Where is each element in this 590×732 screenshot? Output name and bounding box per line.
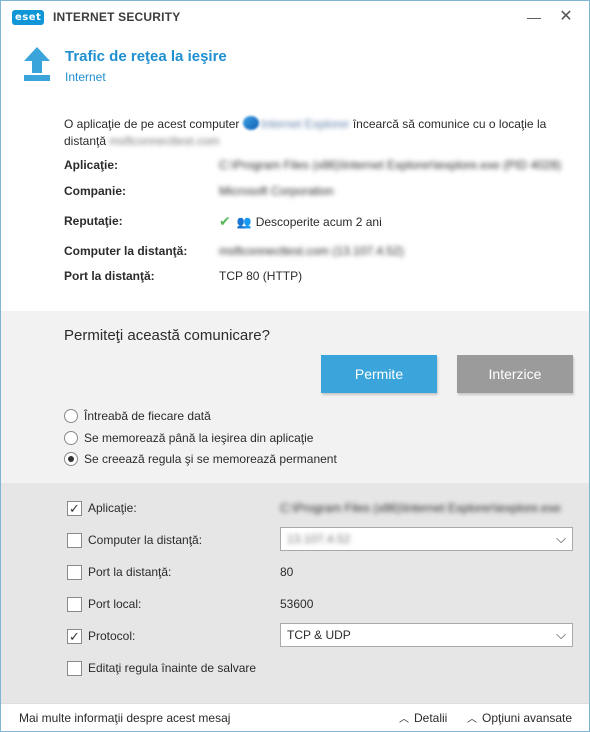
select-value: TCP & UDP (287, 628, 351, 642)
minimize-icon[interactable]: — (525, 8, 543, 26)
chevron-down-icon[interactable]: ⌵ (556, 528, 566, 550)
more-info-link[interactable]: Mai multe informaţii despre acest mesaj (19, 704, 230, 731)
rule-options-section: Aplicaţie: C:\Program Files (x86)\Intern… (1, 483, 589, 703)
intro-text: O aplicaţie de pe acest computer Interne… (64, 116, 564, 150)
users-icon: 👥 (236, 215, 252, 229)
radio-button-selected[interactable] (64, 452, 78, 466)
question-text: Permiteţi această comunicare? (64, 327, 270, 344)
radio-label[interactable]: Se creează regula şi se memorează perman… (84, 450, 337, 468)
detail-label: Reputaţie: (64, 214, 123, 228)
edit-rule-checkbox[interactable] (67, 661, 82, 676)
radio-label[interactable]: Întreabă de fiecare dată (84, 407, 211, 425)
remote-port-checkbox[interactable] (67, 565, 82, 580)
option-label[interactable]: Port local: (88, 593, 141, 615)
check-icon: ✔ (219, 213, 231, 229)
radio-button[interactable] (64, 409, 78, 423)
option-local-port[interactable]: Port local: 53600 (67, 593, 577, 615)
detail-label: Port la distanţă: (64, 269, 155, 283)
detail-label: Aplicaţie: (64, 158, 119, 172)
reputation-value: ✔ 👥 Descoperite acum 2 ani (219, 212, 382, 231)
details-toggle[interactable]: ︿ Detalii (399, 704, 447, 731)
detail-label: Computer la distanţă: (64, 244, 188, 258)
intro-app-name[interactable]: Internet Explorer (261, 116, 350, 133)
option-label[interactable]: Protocol: (88, 625, 135, 647)
details-label[interactable]: Detalii (414, 711, 447, 725)
detail-row-reputation: Reputaţie: ✔ 👥 Descoperite acum 2 ani (64, 212, 564, 230)
detail-value: TCP 80 (HTTP) (219, 269, 303, 283)
application-checkbox[interactable] (67, 498, 82, 520)
option-value: C:\Program Files (x86)\Internet Explorer… (280, 501, 561, 515)
radio-button[interactable] (64, 431, 78, 445)
option-value: 80 (280, 565, 294, 579)
option-protocol[interactable]: Protocol: TCP & UDP ⌵ (67, 623, 577, 648)
upload-arrow-icon (24, 47, 50, 81)
local-port-checkbox[interactable] (67, 597, 82, 612)
option-edit-rule[interactable]: Editaţi regula înainte de salvare (67, 657, 577, 679)
detail-value: msftconnecttest.com (13.107.4.52) (219, 244, 404, 258)
detail-value[interactable]: Microsoft Corporation (219, 182, 334, 200)
detail-row-application: Aplicaţie: C:\Program Files (x86)\Intern… (64, 156, 564, 174)
footer-bar: Mai multe informaţii despre acest mesaj … (1, 703, 589, 731)
radio-label[interactable]: Se memorează până la ieşirea din aplicaţ… (84, 429, 313, 447)
detail-row-remote-computer: Computer la distanţă: msftconnecttest.co… (64, 242, 564, 260)
option-remote-port[interactable]: Port la distanţă: 80 (67, 561, 577, 583)
select-value: 13.107.4.52 (287, 532, 351, 546)
reputation-text: Descoperite acum 2 ani (255, 215, 382, 229)
detail-value: C:\Program Files (x86)\Internet Explorer… (219, 158, 562, 172)
product-name: INTERNET SECURITY (53, 10, 181, 24)
eset-logo: eset (12, 10, 45, 25)
option-label[interactable]: Aplicaţie: (88, 497, 137, 519)
deny-button[interactable]: Interzice (457, 355, 573, 393)
chevron-down-icon[interactable]: ⌵ (556, 624, 566, 646)
advanced-options-label[interactable]: Opţiuni avansate (482, 711, 572, 725)
intro-prefix: O aplicaţie de pe acest computer (64, 117, 240, 131)
option-remote-computer[interactable]: Computer la distanţă: 13.107.4.52 ⌵ (67, 527, 577, 551)
protocol-checkbox[interactable] (67, 626, 82, 648)
dialog-title: Trafic de reţea la ieşire (65, 48, 227, 65)
allow-button[interactable]: Permite (321, 355, 437, 393)
protocol-select[interactable]: TCP & UDP ⌵ (280, 623, 573, 647)
option-application[interactable]: Aplicaţie: C:\Program Files (x86)\Intern… (67, 497, 577, 520)
chevron-up-icon: ︿ (467, 714, 477, 725)
dialog-subtitle: Internet (65, 70, 106, 84)
remote-computer-select[interactable]: 13.107.4.52 ⌵ (280, 527, 573, 551)
option-label[interactable]: Editaţi regula înainte de salvare (88, 657, 256, 679)
detail-row-company: Companie: Microsoft Corporation (64, 182, 564, 200)
internet-explorer-icon (242, 116, 259, 130)
eset-dialog-window: eset INTERNET SECURITY — ✕ Trafic de reţ… (0, 0, 590, 732)
detail-label: Companie: (64, 184, 127, 198)
option-label[interactable]: Port la distanţă: (88, 561, 171, 583)
action-section: Permiteţi această comunicare? Permite In… (1, 311, 589, 483)
detail-row-remote-port: Port la distanţă: TCP 80 (HTTP) (64, 267, 564, 285)
chevron-up-icon: ︿ (399, 714, 409, 725)
close-icon[interactable]: ✕ (557, 8, 575, 26)
advanced-options-toggle[interactable]: ︿ Opţiuni avansate (467, 704, 572, 731)
title-bar: eset INTERNET SECURITY — ✕ (1, 1, 589, 35)
option-label[interactable]: Computer la distanţă: (88, 529, 202, 551)
remote-computer-checkbox[interactable] (67, 533, 82, 548)
option-value: 53600 (280, 597, 314, 611)
intro-remote-host: msftconnecttest.com (109, 134, 220, 148)
